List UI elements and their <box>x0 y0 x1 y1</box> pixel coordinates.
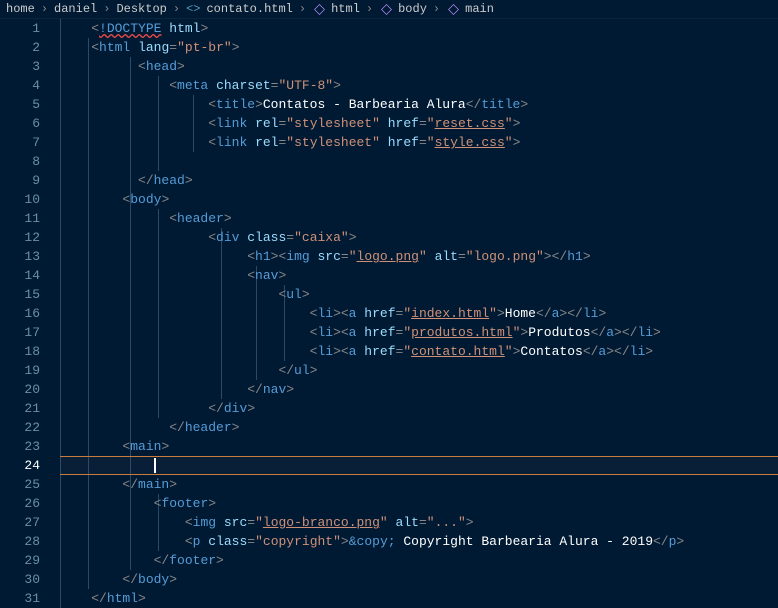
code-line[interactable]: <title>Contatos - Barbearia Alura</title… <box>60 95 778 114</box>
line-number: 23 <box>0 437 40 456</box>
symbol-icon <box>381 4 392 15</box>
line-number: 22 <box>0 418 40 437</box>
breadcrumb-item[interactable]: home <box>6 2 35 16</box>
line-number: 8 <box>0 152 40 171</box>
text-cursor <box>154 458 156 473</box>
code-line[interactable]: </head> <box>60 171 778 190</box>
line-number: 4 <box>0 76 40 95</box>
line-number: 26 <box>0 494 40 513</box>
line-number-gutter: 1 2 3 4 5 6 7 8 9 10 11 12 13 14 15 16 1… <box>0 19 58 602</box>
line-number: 7 <box>0 133 40 152</box>
chevron-right-icon: › <box>103 2 110 16</box>
line-number: 27 <box>0 513 40 532</box>
breadcrumb[interactable]: home › daniel › Desktop › <> contato.htm… <box>0 0 778 19</box>
code-line[interactable]: </html> <box>60 589 778 608</box>
line-number: 18 <box>0 342 40 361</box>
breadcrumb-item[interactable]: daniel <box>54 2 97 16</box>
code-line[interactable]: </nav> <box>60 380 778 399</box>
line-number: 21 <box>0 399 40 418</box>
chevron-right-icon: › <box>433 2 440 16</box>
code-line[interactable]: <link rel="stylesheet" href="style.css"> <box>60 133 778 152</box>
line-number: 25 <box>0 475 40 494</box>
line-number: 29 <box>0 551 40 570</box>
file-icon: <> <box>186 2 200 16</box>
line-number: 6 <box>0 114 40 133</box>
line-number: 13 <box>0 247 40 266</box>
code-line[interactable]: <link rel="stylesheet" href="reset.css"> <box>60 114 778 133</box>
line-number: 17 <box>0 323 40 342</box>
code-line[interactable]: </body> <box>60 570 778 589</box>
code-line[interactable]: <main> <box>60 437 778 456</box>
code-line[interactable]: <html lang="pt-br"> <box>60 38 778 57</box>
line-number: 5 <box>0 95 40 114</box>
line-number: 11 <box>0 209 40 228</box>
line-number: 12 <box>0 228 40 247</box>
code-line[interactable]: <p class="copyright">&copy; Copyright Ba… <box>60 532 778 551</box>
code-line[interactable]: <h1><img src="logo.png" alt="logo.png"><… <box>60 247 778 266</box>
code-line[interactable]: <!DOCTYPE html> <box>60 19 778 38</box>
code-line[interactable]: </main> <box>60 475 778 494</box>
breadcrumb-symbol[interactable]: body <box>398 2 427 16</box>
code-area[interactable]: <!DOCTYPE html> <html lang="pt-br"> <hea… <box>58 19 778 602</box>
line-number: 20 <box>0 380 40 399</box>
code-editor[interactable]: 1 2 3 4 5 6 7 8 9 10 11 12 13 14 15 16 1… <box>0 19 778 602</box>
chevron-right-icon: › <box>366 2 373 16</box>
code-line[interactable]: <li><a href="contato.html">Contatos</a><… <box>60 342 778 361</box>
chevron-right-icon: › <box>299 2 306 16</box>
symbol-icon <box>314 4 325 15</box>
chevron-right-icon: › <box>41 2 48 16</box>
code-line[interactable]: <meta charset="UTF-8"> <box>60 76 778 95</box>
code-line[interactable]: </ul> <box>60 361 778 380</box>
chevron-right-icon: › <box>173 2 180 16</box>
code-line[interactable]: </div> <box>60 399 778 418</box>
code-line[interactable]: <header> <box>60 209 778 228</box>
line-number: 24 <box>0 456 40 475</box>
breadcrumb-symbol[interactable]: html <box>331 2 360 16</box>
code-line[interactable]: <div class="caixa"> <box>60 228 778 247</box>
line-number: 9 <box>0 171 40 190</box>
code-line[interactable]: </header> <box>60 418 778 437</box>
line-number: 31 <box>0 589 40 608</box>
line-number: 15 <box>0 285 40 304</box>
code-line[interactable]: </footer> <box>60 551 778 570</box>
code-line[interactable]: <nav> <box>60 266 778 285</box>
line-number: 3 <box>0 57 40 76</box>
breadcrumb-item[interactable]: Desktop <box>116 2 166 16</box>
line-number: 28 <box>0 532 40 551</box>
code-line[interactable]: <head> <box>60 57 778 76</box>
code-line[interactable]: <li><a href="produtos.html">Produtos</a>… <box>60 323 778 342</box>
code-line[interactable]: <footer> <box>60 494 778 513</box>
symbol-icon <box>448 4 459 15</box>
line-number: 10 <box>0 190 40 209</box>
breadcrumb-file[interactable]: contato.html <box>206 2 292 16</box>
line-number: 14 <box>0 266 40 285</box>
code-line[interactable] <box>60 152 778 171</box>
line-number: 19 <box>0 361 40 380</box>
code-line-active[interactable] <box>60 456 778 475</box>
code-line[interactable]: <body> <box>60 190 778 209</box>
breadcrumb-symbol[interactable]: main <box>465 2 494 16</box>
line-number: 2 <box>0 38 40 57</box>
code-line[interactable]: <img src="logo-branco.png" alt="..."> <box>60 513 778 532</box>
line-number: 16 <box>0 304 40 323</box>
line-number: 1 <box>0 19 40 38</box>
line-number: 30 <box>0 570 40 589</box>
code-line[interactable]: <li><a href="index.html">Home</a></li> <box>60 304 778 323</box>
code-line[interactable]: <ul> <box>60 285 778 304</box>
